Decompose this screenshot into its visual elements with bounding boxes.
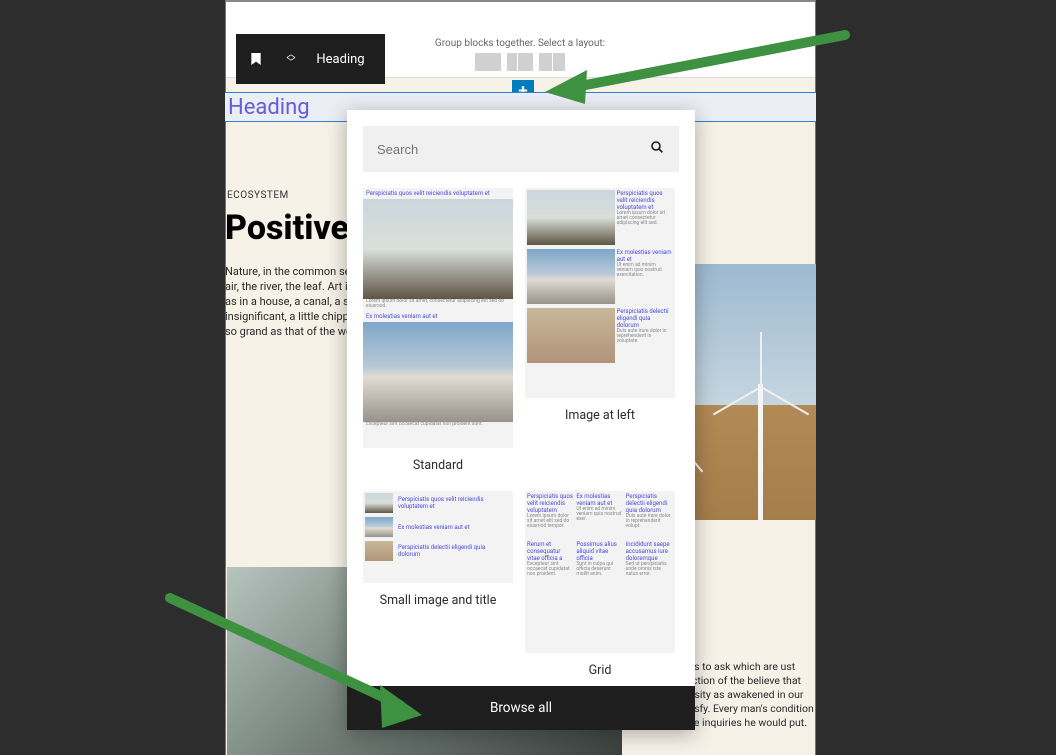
block-toolbar[interactable]: ︿ ﹀ Heading bbox=[236, 34, 385, 84]
layout-option-split[interactable] bbox=[539, 53, 565, 71]
pattern-standard[interactable]: Perspiciatis quos velit reiciendis volup… bbox=[363, 188, 513, 479]
browse-all-button[interactable]: Browse all bbox=[347, 686, 695, 730]
group-layout-chooser bbox=[475, 53, 565, 71]
layout-option-single[interactable] bbox=[475, 53, 501, 71]
search-input[interactable] bbox=[377, 142, 649, 157]
search-icon bbox=[649, 139, 665, 159]
group-prompt-text: Group blocks together. Select a layout: bbox=[435, 38, 605, 49]
block-mover[interactable]: ︿ ﹀ bbox=[276, 51, 306, 67]
heading-block-icon bbox=[236, 51, 276, 67]
pattern-image-left[interactable]: Perspiciatis quos velit reiciendis volup… bbox=[525, 188, 675, 479]
pattern-label: Standard bbox=[413, 458, 463, 473]
block-type-label: Heading bbox=[306, 52, 385, 67]
eyebrow-text: ECOSYSTEM bbox=[227, 190, 289, 201]
pattern-label: Image at left bbox=[565, 408, 635, 423]
layout-option-sidebar[interactable] bbox=[507, 53, 533, 71]
pattern-label: Small image and title bbox=[380, 593, 497, 608]
pattern-small-image[interactable]: Perspiciatis quos velit reiciendis volup… bbox=[363, 491, 513, 684]
pattern-label: Grid bbox=[589, 663, 612, 678]
pattern-grid: Perspiciatis quos velit reiciendis volup… bbox=[347, 188, 695, 686]
page-big-title: Positive bbox=[225, 208, 349, 248]
block-inserter-popover: Perspiciatis quos velit reiciendis volup… bbox=[347, 110, 695, 730]
pattern-grid[interactable]: Perspiciatis quos velit reiciendis volup… bbox=[525, 491, 675, 684]
inserter-search[interactable] bbox=[363, 126, 679, 172]
chevron-down-icon[interactable]: ﹀ bbox=[286, 59, 295, 67]
